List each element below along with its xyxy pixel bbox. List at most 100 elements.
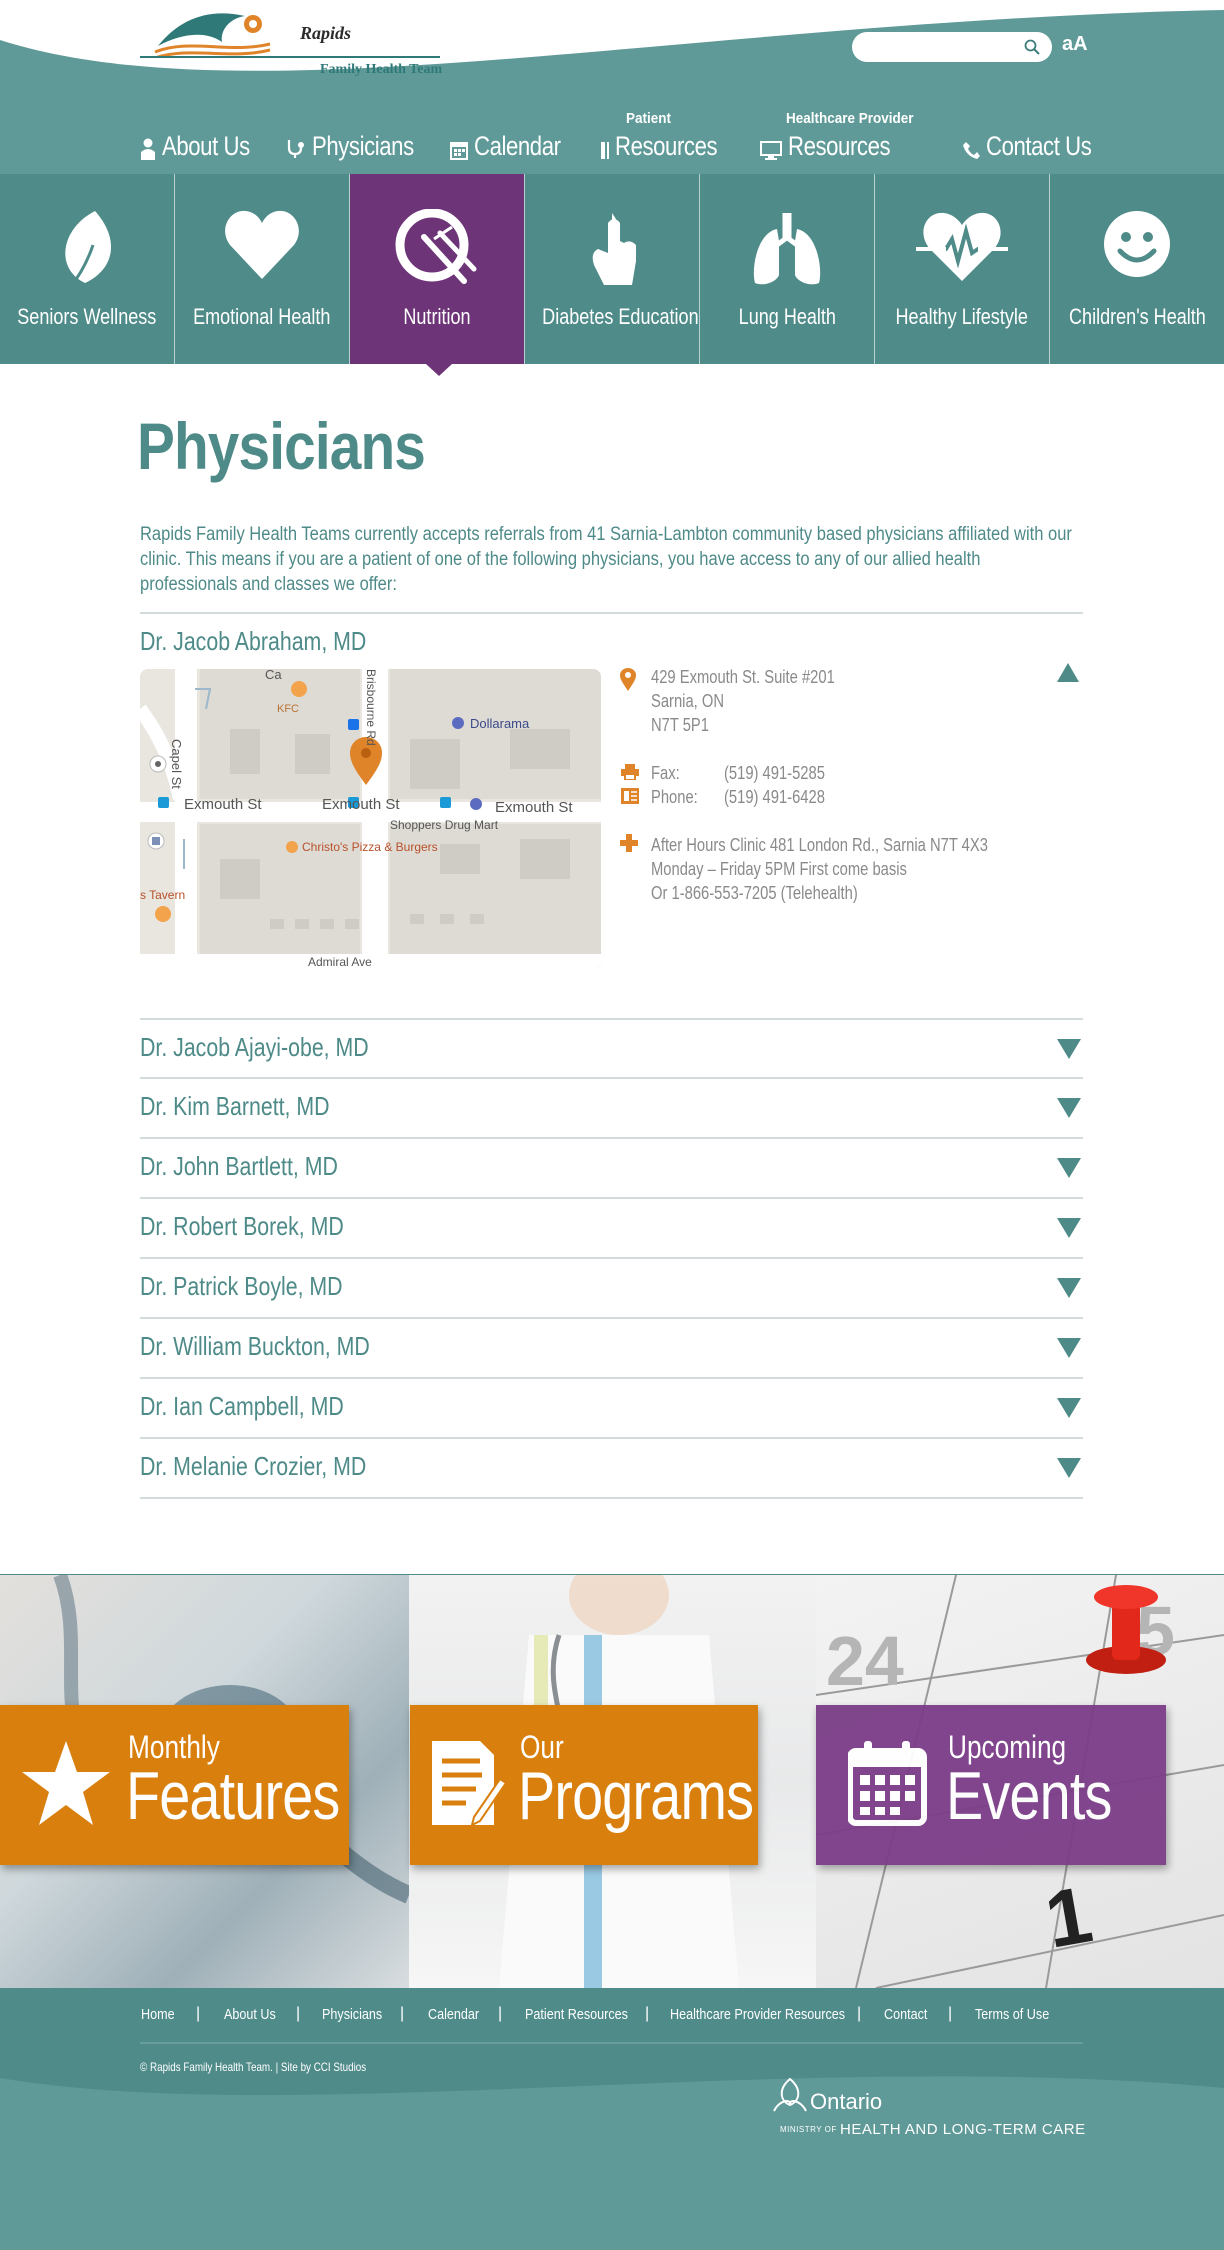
- expand-arrow-icon[interactable]: [1057, 1158, 1081, 1178]
- map-street-label: Admiral Ave: [308, 955, 372, 969]
- expand-arrow-icon[interactable]: [1057, 1398, 1081, 1418]
- medical-cross-icon: [620, 834, 638, 852]
- nav-contact-us[interactable]: Contact Us: [962, 110, 1115, 160]
- location-map[interactable]: Ca KFC Dollarama Exmouth St Exmouth St E…: [140, 669, 601, 969]
- monitor-icon: [760, 141, 782, 160]
- divider: [140, 1437, 1083, 1439]
- nav-about-us[interactable]: About Us: [140, 110, 269, 160]
- smiley-icon: [1104, 211, 1170, 277]
- star-icon: [22, 1741, 110, 1825]
- logo-subtitle: Family Health Team: [320, 62, 443, 77]
- category-label: Nutrition: [403, 304, 471, 329]
- category-diabetes-education[interactable]: Diabetes Education: [525, 174, 700, 364]
- category-emotional-health[interactable]: Emotional Health: [175, 174, 350, 364]
- address-line: 429 Exmouth St. Suite #201: [651, 667, 835, 687]
- nav-label: About Us: [162, 131, 250, 161]
- address-line: Sarnia, ON: [651, 691, 725, 711]
- footer-link-home[interactable]: Home: [141, 2006, 175, 2023]
- expand-arrow-icon[interactable]: [1057, 1218, 1081, 1238]
- map-place-label: Dollarama: [470, 716, 530, 731]
- after-hours-line: Monday – Friday 5PM First come basis: [651, 859, 907, 879]
- physician-name[interactable]: Dr. Patrick Boyle, MD: [140, 1271, 343, 1302]
- category-seniors-wellness[interactable]: Seniors Wellness: [0, 174, 175, 364]
- nav-provider-resources[interactable]: Healthcare Provider Resources: [760, 110, 940, 160]
- heart-icon: [225, 210, 299, 279]
- expand-arrow-icon[interactable]: [1057, 1098, 1081, 1118]
- nav-small-label: Healthcare Provider: [786, 110, 914, 127]
- logo-name: Rapids: [300, 23, 352, 43]
- footer-link-provider-resources[interactable]: Healthcare Provider Resources: [670, 2006, 845, 2023]
- footer-link-contact[interactable]: Contact: [884, 2006, 927, 2023]
- category-label: Healthy Lifestyle: [895, 304, 1029, 329]
- physician-name[interactable]: Dr. Melanie Crozier, MD: [140, 1451, 366, 1482]
- upcoming-events-card[interactable]: Upcoming Events: [816, 1705, 1166, 1865]
- physician-name[interactable]: Dr. Ian Campbell, MD: [140, 1391, 344, 1422]
- divider: [140, 1077, 1083, 1079]
- phone-label: Phone:: [651, 787, 698, 807]
- nav-label: Resources: [788, 131, 891, 161]
- collapse-arrow-icon[interactable]: [1057, 663, 1079, 682]
- nav-label: Calendar: [474, 131, 561, 161]
- footer-link-physicians[interactable]: Physicians: [322, 2006, 382, 2023]
- monthly-features-card[interactable]: Monthly Features: [0, 1705, 349, 1865]
- footer-separator: |: [296, 2005, 301, 2022]
- after-hours-line: Or 1-866-553-7205 (Telehealth): [651, 883, 858, 903]
- map-street-label: Capel St: [169, 739, 184, 789]
- physician-name[interactable]: Dr. Robert Borek, MD: [140, 1211, 344, 1242]
- expand-arrow-icon[interactable]: [1057, 1338, 1081, 1358]
- category-label: Diabetes Education: [542, 304, 699, 329]
- card-large-label: Programs: [518, 1758, 754, 1834]
- footer-link-calendar[interactable]: Calendar: [428, 2006, 479, 2023]
- card-large-label: Features: [126, 1758, 340, 1834]
- search-icon[interactable]: [1024, 39, 1040, 55]
- category-nutrition[interactable]: Nutrition: [350, 174, 525, 364]
- map-street-label: Exmouth St: [495, 799, 573, 816]
- search-field[interactable]: [852, 32, 1052, 62]
- fax-number: (519) 491-5285: [724, 763, 825, 783]
- footer-separator: |: [645, 2005, 650, 2022]
- site-logo[interactable]: Rapids Family Health Team: [140, 6, 445, 86]
- expand-arrow-icon[interactable]: [1057, 1458, 1081, 1478]
- physician-name[interactable]: Dr. Kim Barnett, MD: [140, 1091, 330, 1122]
- ontario-ministry-logo[interactable]: Ontario MINISTRY OF HEALTH AND LONG-TERM…: [770, 2075, 1090, 2145]
- map-place-label: KFC: [277, 703, 299, 715]
- footer-separator: |: [857, 2005, 862, 2022]
- nav-physicians[interactable]: Physicians: [286, 110, 436, 160]
- category-label: Emotional Health: [193, 304, 331, 329]
- physician-name[interactable]: Dr. John Bartlett, MD: [140, 1151, 338, 1182]
- search-input[interactable]: [864, 37, 1014, 57]
- divider: [140, 1197, 1083, 1199]
- category-label: Seniors Wellness: [17, 304, 157, 329]
- phone-icon: [963, 142, 980, 159]
- font-size-toggle[interactable]: aA: [1062, 33, 1088, 56]
- phone-book-icon: [621, 788, 639, 804]
- divider: [140, 1137, 1083, 1139]
- physician-name[interactable]: Dr. Jacob Ajayi-obe, MD: [140, 1032, 369, 1063]
- category-lung-health[interactable]: Lung Health: [700, 174, 875, 364]
- nav-calendar[interactable]: Calendar: [450, 110, 580, 160]
- category-bar: Seniors Wellness Emotional Health Nutrit…: [0, 174, 1224, 364]
- ministry-name: HEALTH AND LONG-TERM CARE: [840, 2121, 1086, 2138]
- fax-icon: [621, 764, 639, 780]
- category-healthy-lifestyle[interactable]: Healthy Lifestyle: [875, 174, 1050, 364]
- document-icon: [432, 1741, 506, 1827]
- svg-text:24: 24: [826, 1622, 904, 1700]
- footer-link-terms[interactable]: Terms of Use: [975, 2006, 1049, 2023]
- phone-number[interactable]: (519) 491-6428: [724, 785, 825, 809]
- intro-text: Rapids Family Health Teams currently acc…: [140, 524, 1072, 595]
- map-street-label: Brisbourne Rd: [364, 669, 378, 746]
- nav-patient-resources[interactable]: Patient Resources: [600, 110, 740, 160]
- physician-name[interactable]: Dr. William Buckton, MD: [140, 1331, 370, 1362]
- trillium-icon: [773, 2077, 807, 2112]
- category-childrens-health[interactable]: Children's Health: [1050, 174, 1224, 364]
- footer-link-patient-resources[interactable]: Patient Resources: [525, 2006, 628, 2023]
- expand-arrow-icon[interactable]: [1057, 1039, 1081, 1059]
- footer-separator: |: [400, 2005, 405, 2022]
- plate-fork-knife-icon: [395, 209, 477, 284]
- wave-logo-icon: [154, 13, 271, 56]
- expand-arrow-icon[interactable]: [1057, 1278, 1081, 1298]
- address-line: N7T 5P1: [651, 715, 709, 735]
- our-programs-card[interactable]: Our Programs: [410, 1705, 758, 1865]
- footer-link-about[interactable]: About Us: [224, 2006, 276, 2023]
- physician-name-expanded[interactable]: Dr. Jacob Abraham, MD: [140, 626, 366, 657]
